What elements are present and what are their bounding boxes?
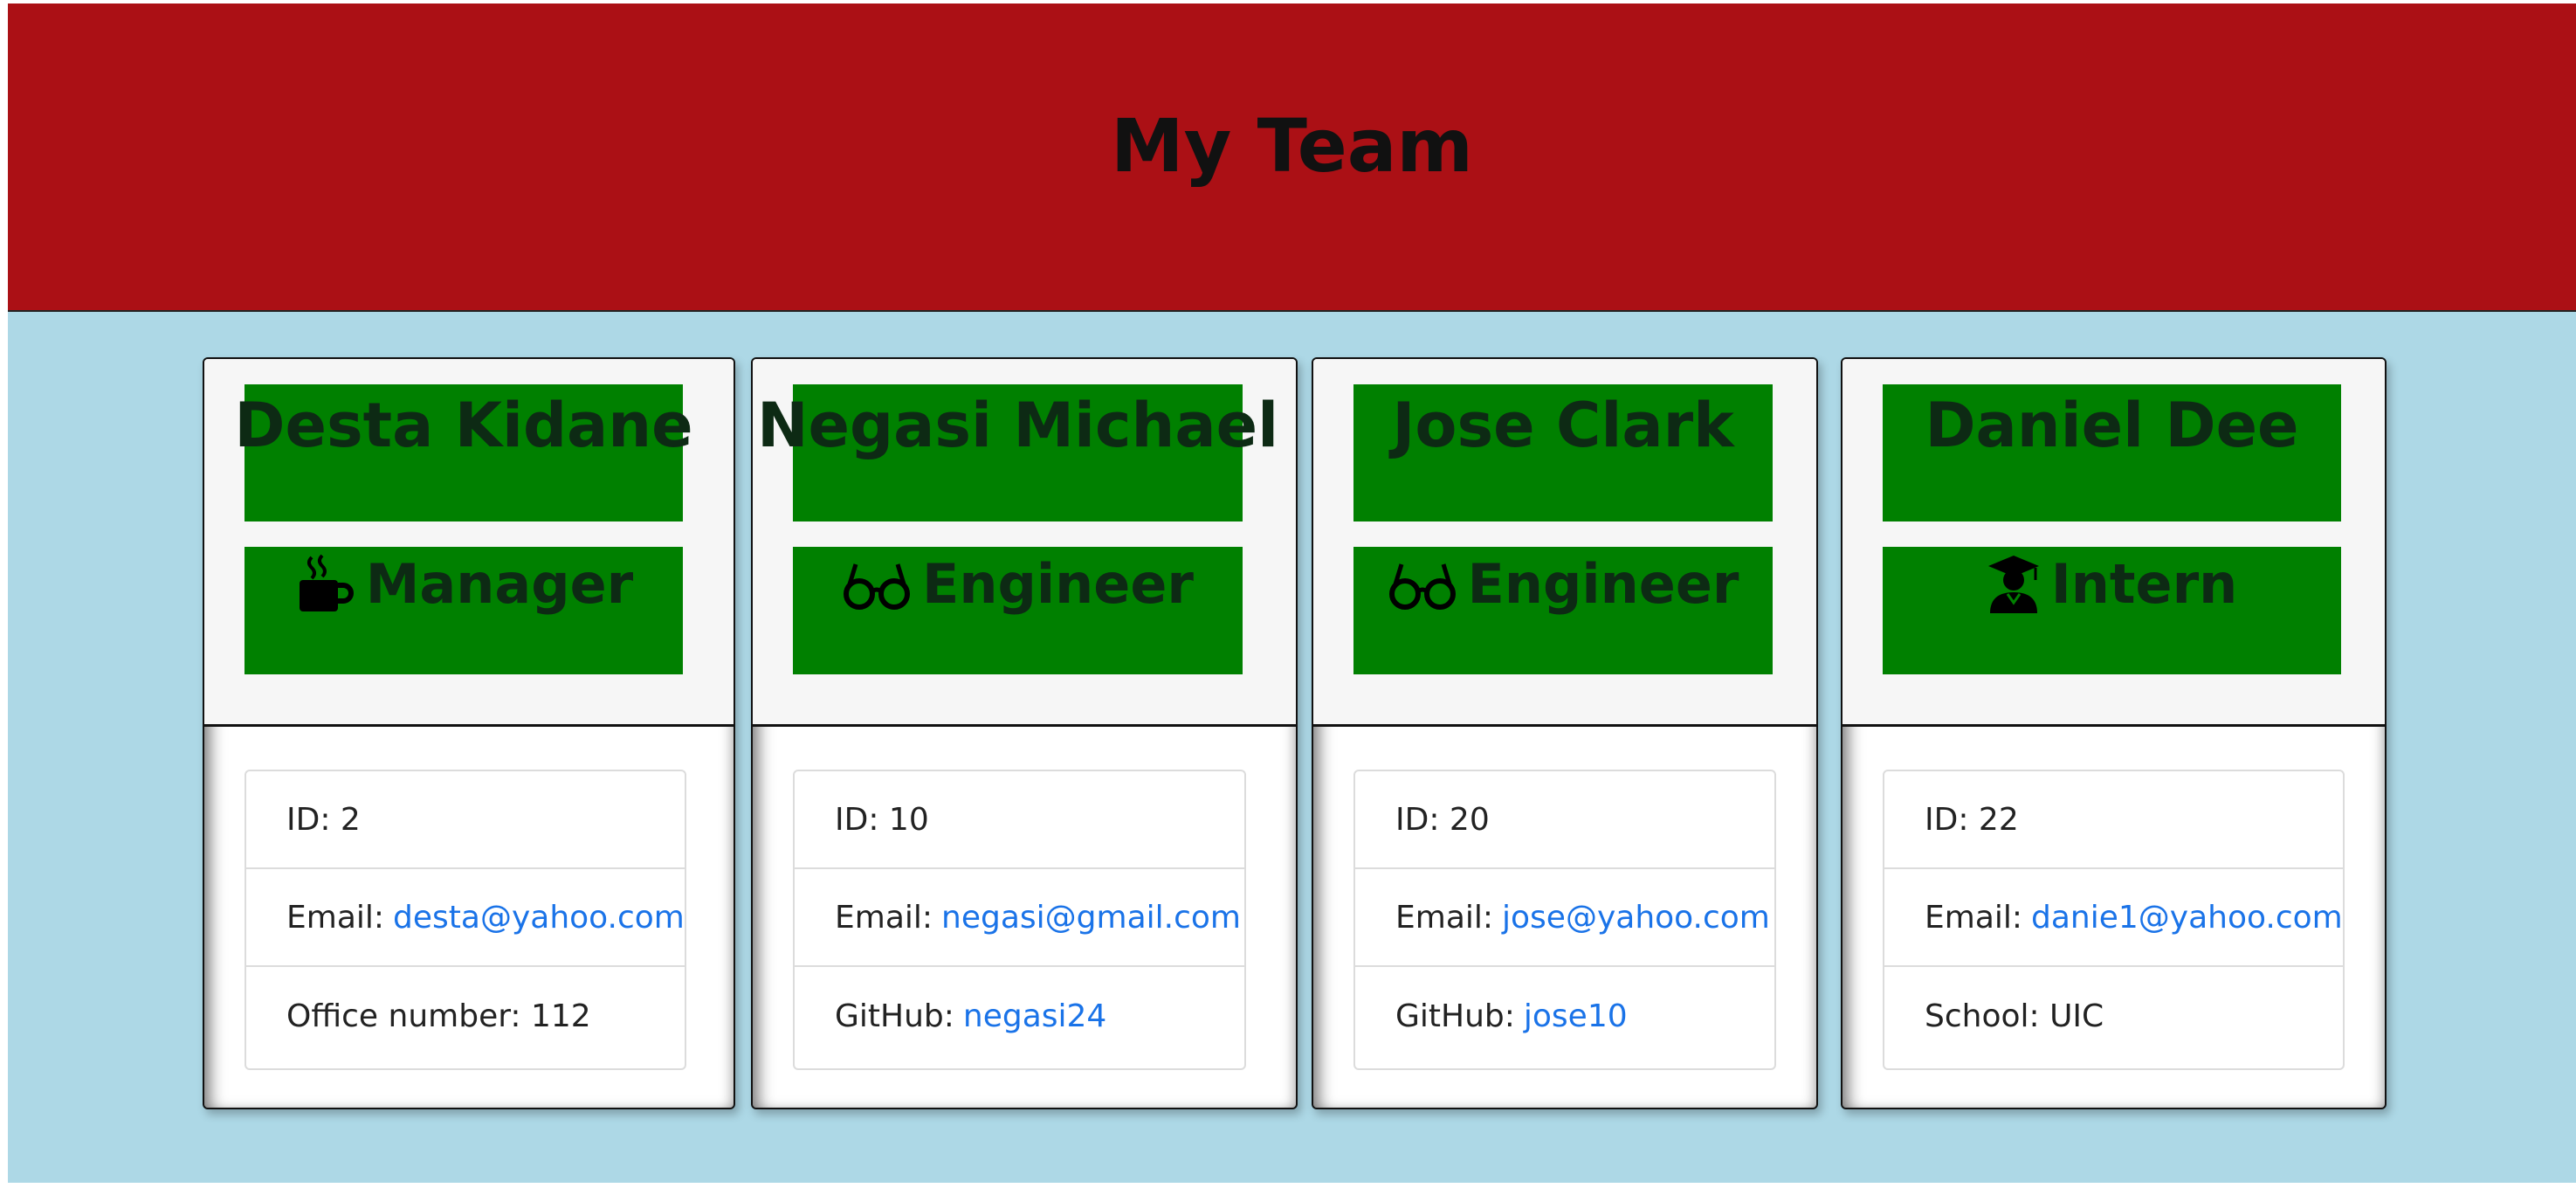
github-label: GitHub: bbox=[835, 998, 954, 1034]
card-header: Daniel Dee Intern bbox=[1842, 359, 2385, 727]
employee-email-row: Email: negasi@gmail.com bbox=[795, 869, 1244, 967]
email-link[interactable]: desta@yahoo.com bbox=[393, 900, 685, 936]
employee-name: Desta Kidane bbox=[234, 390, 693, 461]
email-link[interactable]: negasi@gmail.com bbox=[941, 900, 1241, 936]
employee-email-row: Email: danie1@yahoo.com bbox=[1884, 869, 2343, 967]
email-label: Email: bbox=[835, 899, 933, 936]
employee-id: ID: 20 bbox=[1355, 771, 1774, 869]
employee-github-row: GitHub: jose10 bbox=[1355, 967, 1774, 1065]
employee-card-engineer: Jose Clark Engineer ID: 20 Email: jose@y… bbox=[1312, 357, 1818, 1109]
employee-id: ID: 2 bbox=[246, 771, 685, 869]
page-title: My Team bbox=[1111, 102, 1473, 189]
employee-name-box: Desta Kidane bbox=[234, 384, 693, 521]
github-link[interactable]: negasi24 bbox=[963, 998, 1106, 1034]
card-header: Desta Kidane Manager bbox=[204, 359, 734, 727]
employee-details-list: ID: 2 Email: desta@yahoo.com Office numb… bbox=[245, 770, 686, 1070]
employee-details-list: ID: 20 Email: jose@yahoo.com GitHub: jos… bbox=[1353, 770, 1776, 1070]
glasses-icon bbox=[842, 557, 912, 611]
coffee-mug-icon bbox=[294, 554, 355, 615]
employee-email-row: Email: desta@yahoo.com bbox=[246, 869, 685, 967]
employee-office-number: Office number: 112 bbox=[286, 998, 591, 1034]
page-frame: My Team Desta Kidane Manager ID: 2 Email… bbox=[8, 3, 2576, 1183]
employee-name-box: Daniel Dee bbox=[1883, 384, 2341, 521]
employee-name-box: Jose Clark bbox=[1353, 384, 1773, 521]
github-link[interactable]: jose10 bbox=[1524, 998, 1628, 1034]
email-label: Email: bbox=[1925, 899, 2023, 936]
employee-name: Jose Clark bbox=[1392, 390, 1734, 461]
github-label: GitHub: bbox=[1395, 998, 1515, 1034]
employee-card-intern: Daniel Dee Intern ID: 22 Email: danie1@y… bbox=[1841, 357, 2387, 1109]
employee-card-engineer: Negasi Michael Engineer ID: 10 Email: ne… bbox=[751, 357, 1298, 1109]
email-label: Email: bbox=[286, 899, 385, 936]
employee-id: ID: 22 bbox=[1884, 771, 2343, 869]
employee-role: Intern bbox=[2050, 552, 2238, 616]
email-link[interactable]: danie1@yahoo.com bbox=[2031, 900, 2343, 936]
card-header: Jose Clark Engineer bbox=[1313, 359, 1816, 727]
employee-role-box: Intern bbox=[1883, 547, 2341, 674]
employee-name: Daniel Dee bbox=[1925, 390, 2299, 461]
email-label: Email: bbox=[1395, 899, 1494, 936]
employee-role-box: Engineer bbox=[1353, 547, 1773, 674]
page-header: My Team bbox=[8, 3, 2576, 312]
employee-email-row: Email: jose@yahoo.com bbox=[1355, 869, 1774, 967]
employee-role-box: Manager bbox=[245, 547, 683, 674]
graduate-icon bbox=[1987, 554, 2041, 615]
employee-details-list: ID: 10 Email: negasi@gmail.com GitHub: n… bbox=[793, 770, 1246, 1070]
employee-role-box: Engineer bbox=[793, 547, 1243, 674]
employee-name-box: Negasi Michael bbox=[757, 384, 1278, 521]
employee-role: Manager bbox=[365, 552, 634, 616]
employee-role: Engineer bbox=[1467, 552, 1739, 616]
employee-id: ID: 10 bbox=[795, 771, 1244, 869]
email-link[interactable]: jose@yahoo.com bbox=[1502, 900, 1770, 936]
employee-school: School: UIC bbox=[1925, 998, 2104, 1034]
employee-details-list: ID: 22 Email: danie1@yahoo.com School: U… bbox=[1883, 770, 2345, 1070]
employee-card-manager: Desta Kidane Manager ID: 2 Email: desta@… bbox=[203, 357, 735, 1109]
employee-github-row: GitHub: negasi24 bbox=[795, 967, 1244, 1065]
card-header: Negasi Michael Engineer bbox=[753, 359, 1296, 727]
employee-name: Negasi Michael bbox=[756, 390, 1279, 461]
employee-role: Engineer bbox=[922, 552, 1194, 616]
glasses-icon bbox=[1388, 557, 1457, 611]
